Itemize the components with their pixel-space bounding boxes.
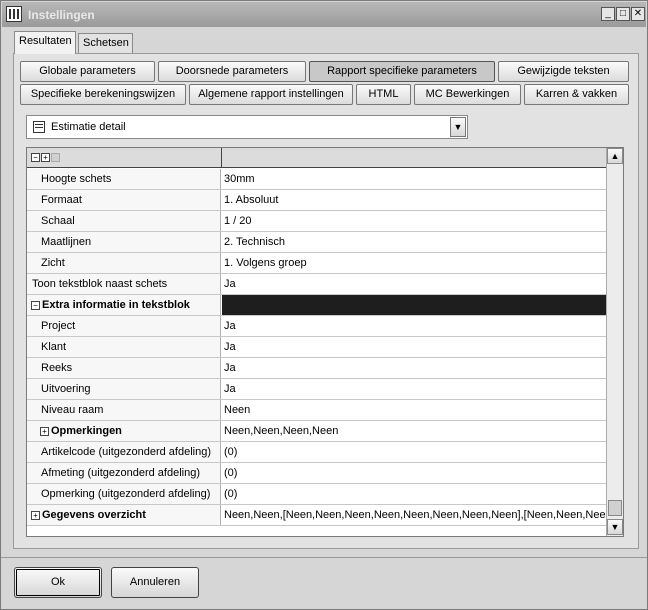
mc-bewerkingen-button[interactable]: MC Bewerkingen xyxy=(414,84,521,105)
algemene-rapport-instellingen-button[interactable]: Algemene rapport instellingen xyxy=(189,84,353,105)
row-value[interactable]: Ja xyxy=(222,337,607,357)
grid-header: − + xyxy=(27,148,607,168)
table-row[interactable]: Uitvoering Ja xyxy=(27,379,607,400)
row-label: Toon tekstblok naast schets xyxy=(27,274,221,294)
row-value[interactable]: (0) xyxy=(222,442,607,462)
scroll-down-icon[interactable]: ▼ xyxy=(607,519,623,535)
table-row[interactable]: Artikelcode (uitgezonderd afdeling) (0) xyxy=(27,442,607,463)
table-row[interactable]: Project Ja xyxy=(27,316,607,337)
table-row[interactable]: Hoogte schets 30mm xyxy=(27,169,607,190)
row-label: Schaal xyxy=(27,211,221,231)
table-row[interactable]: Toon tekstblok naast schets Ja xyxy=(27,274,607,295)
tab-schetsen[interactable]: Schetsen xyxy=(78,33,133,54)
globale-parameters-button[interactable]: Globale parameters xyxy=(20,61,155,82)
scroll-thumb[interactable] xyxy=(608,500,622,516)
gewijzigde-teksten-button[interactable]: Gewijzigde teksten xyxy=(498,61,629,82)
row-value[interactable]: 2. Technisch xyxy=(222,232,607,252)
vertical-scrollbar[interactable]: ▲ ▼ xyxy=(606,148,623,536)
report-select-value: Estimatie detail xyxy=(51,121,126,133)
maximize-button[interactable]: □ xyxy=(616,7,630,21)
ok-button-label: Ok xyxy=(50,576,66,588)
row-label: Project xyxy=(27,316,221,336)
row-label: Opmerkingen xyxy=(51,425,122,437)
doorsnede-parameters-button[interactable]: Doorsnede parameters xyxy=(158,61,306,82)
row-label: Afmeting (uitgezonderd afdeling) xyxy=(27,463,221,483)
property-grid: − + Hoogte schets 30mm Formaat 1. Absoluu… xyxy=(26,147,624,537)
row-label: Klant xyxy=(27,337,221,357)
row-value[interactable]: Ja xyxy=(222,358,607,378)
row-value[interactable]: Ja xyxy=(222,274,607,294)
table-row[interactable]: Niveau raam Neen xyxy=(27,400,607,421)
collapse-all-icon[interactable]: − xyxy=(31,153,40,162)
row-value[interactable]: 1. Volgens groep xyxy=(222,253,607,273)
row-label: Extra informatie in tekstblok xyxy=(42,299,190,311)
table-row-group[interactable]: − Extra informatie in tekstblok xyxy=(27,295,607,316)
row-value[interactable]: Neen,Neen,[Neen,Neen,Neen,Neen,Neen,Neen… xyxy=(222,505,607,525)
table-row-group[interactable]: + Opmerkingen Neen,Neen,Neen,Neen xyxy=(27,421,607,442)
blank-toggle-icon xyxy=(51,153,60,162)
row-label: Gegevens overzicht xyxy=(42,509,146,521)
row-value[interactable]: 1. Absoluut xyxy=(222,190,607,210)
row-label: Opmerking (uitgezonderd afdeling) xyxy=(27,484,221,504)
title-bar[interactable]: Instellingen _ □ ✕ xyxy=(2,2,646,27)
chevron-down-icon[interactable]: ▼ xyxy=(450,117,466,137)
row-value[interactable]: Neen,Neen,Neen,Neen xyxy=(222,421,607,441)
row-label: Hoogte schets xyxy=(27,169,221,189)
report-type-select[interactable]: Estimatie detail ▼ xyxy=(26,115,468,139)
row-value[interactable]: 30mm xyxy=(222,169,607,189)
rapport-specifieke-parameters-button[interactable]: Rapport specifieke parameters xyxy=(309,61,495,82)
row-value[interactable]: Neen xyxy=(222,400,607,420)
row-label: Zicht xyxy=(27,253,221,273)
table-row[interactable]: Formaat 1. Absoluut xyxy=(27,190,607,211)
expand-icon[interactable]: + xyxy=(31,510,40,520)
row-label: Niveau raam xyxy=(27,400,221,420)
minimize-button[interactable]: _ xyxy=(601,7,615,21)
collapse-icon[interactable]: − xyxy=(31,300,40,310)
row-label: Artikelcode (uitgezonderd afdeling) xyxy=(27,442,221,462)
row-value[interactable]: Ja xyxy=(222,316,607,336)
row-label: Maatlijnen xyxy=(27,232,221,252)
settings-window: Instellingen _ □ ✕ Resultaten Schetsen G… xyxy=(0,0,648,610)
table-row[interactable]: Zicht 1. Volgens groep xyxy=(27,253,607,274)
expand-all-icon[interactable]: + xyxy=(41,153,50,162)
table-row[interactable]: Afmeting (uitgezonderd afdeling) (0) xyxy=(27,463,607,484)
table-row[interactable]: Schaal 1 / 20 xyxy=(27,211,607,232)
window-title: Instellingen xyxy=(28,8,95,22)
row-value[interactable]: Ja xyxy=(222,379,607,399)
expand-icon[interactable]: + xyxy=(40,426,49,436)
row-label: Uitvoering xyxy=(27,379,221,399)
divider xyxy=(1,557,647,558)
row-label: Reeks xyxy=(27,358,221,378)
row-value[interactable]: 1 / 20 xyxy=(222,211,607,231)
table-row[interactable]: Opmerking (uitgezonderd afdeling) (0) xyxy=(27,484,607,505)
table-row-group[interactable]: + Gegevens overzicht Neen,Neen,[Neen,Neen… xyxy=(27,505,607,526)
table-row[interactable]: Klant Ja xyxy=(27,337,607,358)
row-value[interactable]: (0) xyxy=(222,484,607,504)
ok-button[interactable]: Ok xyxy=(14,567,102,598)
tab-resultaten[interactable]: Resultaten xyxy=(14,31,76,54)
table-row[interactable]: Maatlijnen 2. Technisch xyxy=(27,232,607,253)
app-icon xyxy=(6,6,22,22)
table-row[interactable]: Reeks Ja xyxy=(27,358,607,379)
row-value[interactable]: (0) xyxy=(222,463,607,483)
report-icon xyxy=(33,121,45,133)
cancel-button[interactable]: Annuleren xyxy=(111,567,199,598)
karren-vakken-button[interactable]: Karren & vakken xyxy=(524,84,629,105)
scroll-up-icon[interactable]: ▲ xyxy=(607,148,623,164)
row-value[interactable] xyxy=(222,295,607,315)
specifieke-berekeningswijzen-button[interactable]: Specifieke berekeningswijzen xyxy=(20,84,186,105)
row-label: Formaat xyxy=(27,190,221,210)
close-button[interactable]: ✕ xyxy=(631,7,645,21)
cancel-button-label: Annuleren xyxy=(129,576,181,588)
html-button[interactable]: HTML xyxy=(356,84,411,105)
